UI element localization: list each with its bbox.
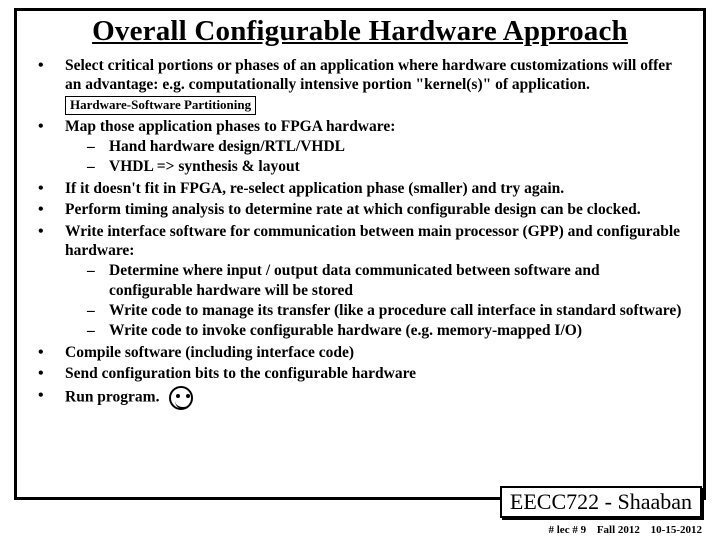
bullet-item: Write interface software for communicati… — [35, 222, 685, 341]
bullet-item: Map those application phases to FPGA har… — [35, 117, 685, 177]
slide-frame: Overall Configurable Hardware Approach S… — [14, 8, 706, 500]
bullet-text: Write interface software for communicati… — [65, 223, 680, 259]
bullet-text: Map those application phases to FPGA har… — [65, 118, 395, 135]
slide-title: Overall Configurable Hardware Approach — [35, 15, 685, 48]
footer-meta: # lec # 9 Fall 2012 10-15-2012 — [541, 524, 703, 536]
bullet-item: Send configuration bits to the configura… — [35, 364, 685, 383]
bullet-text: Select critical portions or phases of an… — [65, 57, 672, 93]
bullet-text: Run program. — [65, 388, 159, 405]
sub-list: Determine where input / output data comm… — [65, 261, 685, 341]
bullet-item: If it doesn't fit in FPGA, re-select app… — [35, 179, 685, 198]
sub-item: Determine where input / output data comm… — [87, 261, 685, 300]
bullet-list: Select critical portions or phases of an… — [35, 56, 685, 410]
sub-item: Write code to manage its transfer (like … — [87, 301, 685, 320]
inline-box-label: Hardware-Software Partitioning — [65, 96, 256, 115]
bullet-item: Perform timing analysis to determine rat… — [35, 200, 685, 219]
sub-list: Hand hardware design/RTL/VHDL VHDL => sy… — [65, 137, 685, 177]
sub-item: Write code to invoke configurable hardwa… — [87, 321, 685, 340]
bullet-item: Compile software (including interface co… — [35, 343, 685, 362]
bullet-item: Select critical portions or phases of an… — [35, 56, 685, 115]
bullet-item: Run program. — [35, 386, 685, 410]
lecture-number: # lec # 9 — [549, 524, 587, 536]
smiley-icon — [169, 386, 193, 410]
term-label: Fall 2012 — [597, 524, 640, 536]
sub-item: Hand hardware design/RTL/VHDL — [87, 137, 685, 156]
sub-item: VHDL => synthesis & layout — [87, 157, 685, 176]
date-label: 10-15-2012 — [651, 524, 702, 536]
course-badge: EECC722 - Shaaban — [500, 486, 702, 518]
